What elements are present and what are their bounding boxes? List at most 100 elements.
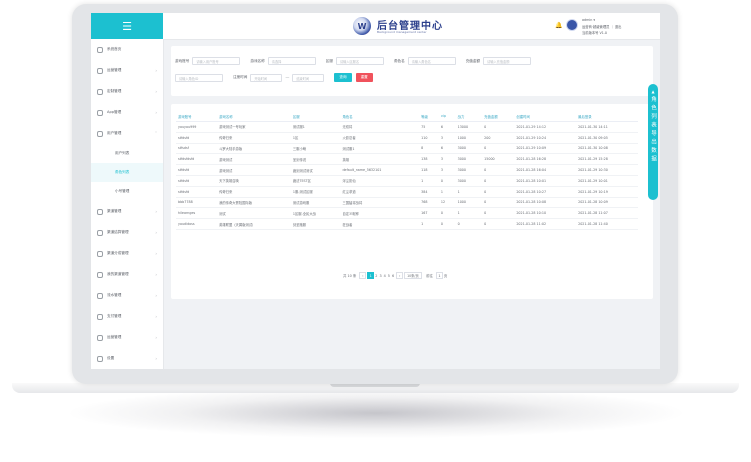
table-cell: stfdsfdsfd bbox=[176, 153, 218, 166]
sidebar-toggle[interactable]: ☰ bbox=[91, 13, 163, 39]
sidebar-item-custom[interactable]: 定制管理 › bbox=[91, 81, 163, 102]
column-header[interactable]: 充值金额 bbox=[482, 111, 515, 122]
server-input[interactable]: 请输入区服名 bbox=[335, 57, 384, 65]
goto-page-input[interactable]: 1 bbox=[435, 272, 443, 279]
table-cell: 2021-01-28 10:27 bbox=[514, 186, 577, 198]
page-button[interactable]: 1 bbox=[367, 272, 375, 279]
page-button[interactable]: 3 bbox=[379, 274, 381, 278]
table-cell: stfdsfd bbox=[176, 175, 218, 187]
chevron-right-icon: › bbox=[155, 335, 157, 340]
chevron-right-icon: › bbox=[155, 251, 157, 256]
table-cell: 0 bbox=[482, 175, 515, 187]
table-row[interactable]: stfdsfdsfd 游戏测试 圣剑传说 英雄 138 3 3000 15000 2021-01… bbox=[176, 153, 638, 166]
pen-icon bbox=[97, 88, 103, 95]
table-cell: 我的传奇大冒险国际版 bbox=[217, 197, 291, 209]
sidebar-subitem-alt-accounts[interactable]: 小号管理 bbox=[91, 182, 163, 201]
user-icon bbox=[97, 130, 103, 137]
bell-icon[interactable]: 🔔 bbox=[555, 22, 562, 29]
sidebar-subitem-user-list[interactable]: 用户列表 bbox=[91, 144, 163, 163]
table-cell: stfdsfd bbox=[176, 164, 218, 176]
table-row[interactable]: stfsdsf 斗罗大陆手游版 三服小萌 测试服1 8 6 3000 0 2021-01-29 … bbox=[176, 143, 638, 155]
table-row[interactable]: youyou999 游戏测试一号玩家 测试服1 无双将 75 6 13000 0 2021-01… bbox=[176, 121, 638, 133]
sidebar-item-home[interactable]: 系统首页 bbox=[91, 39, 163, 60]
table-cell: 2021-01-29 10:24 bbox=[514, 132, 577, 144]
sidebar-item-operations[interactable]: 运营管理 › bbox=[91, 60, 163, 81]
column-header[interactable]: 区服 bbox=[290, 111, 341, 122]
game-select[interactable]: 请选择 bbox=[267, 57, 316, 65]
column-header[interactable]: 战力 bbox=[455, 111, 483, 122]
page-button[interactable]: 5 bbox=[388, 274, 390, 278]
column-header[interactable]: 创建时间 bbox=[514, 111, 577, 122]
column-header[interactable]: 最后登录 bbox=[576, 111, 638, 122]
table-cell: 测试服1 bbox=[290, 121, 341, 133]
table-row[interactable]: hilearnges 测试 1区服-全民大战 自定义昵称 167 0 1 0 2021-01-2… bbox=[176, 207, 638, 220]
table-row[interactable]: youdidoss 英雄联盟（天翼版测试） 剑圣跑服 狂战者 1 0 0 0 2021-01-2… bbox=[176, 218, 638, 230]
table-cell: 167 bbox=[419, 207, 439, 220]
sidebar-item-channel[interactable]: 渠道管理 › bbox=[91, 201, 163, 222]
table-cell: 2021-01-30 09:05 bbox=[576, 132, 638, 144]
page-size-select[interactable]: 10条/页 bbox=[404, 272, 423, 279]
table-row[interactable]: stfdsfd 游戏测试 魔剑测试测试 default_name_5632101 118… bbox=[176, 164, 638, 176]
role-id-input[interactable]: 请输入角色ID bbox=[175, 73, 223, 82]
role-name-input[interactable]: 请输入角色名 bbox=[407, 57, 456, 65]
start-date-input[interactable]: 开始时间 bbox=[250, 73, 283, 82]
gear-icon bbox=[97, 355, 103, 362]
export-side-tab[interactable]: ▲ 角色列表导出数据 bbox=[648, 84, 658, 200]
column-header[interactable]: vip bbox=[438, 111, 456, 122]
sidebar-item-users[interactable]: 用户管理 ˅ bbox=[91, 123, 163, 144]
user-name-menu[interactable]: admin ▾ bbox=[582, 18, 595, 22]
sidebar-item-channel-settlement[interactable]: 渠道结算管理 › bbox=[91, 222, 163, 243]
table-cell: 2021-01-29 10:30 bbox=[576, 164, 638, 176]
filter-row-2: 请输入角色ID 注册时间 开始时间 — 结束时间 查询 重置 bbox=[175, 73, 377, 82]
column-header[interactable]: 游戏账号 bbox=[176, 111, 218, 122]
next-page-button[interactable]: › bbox=[396, 272, 404, 279]
query-button[interactable]: 查询 bbox=[334, 73, 352, 82]
table-cell: 无双将 bbox=[340, 121, 420, 133]
table-cell: 2021-01-29 15:28 bbox=[576, 153, 638, 166]
table-cell: 1区服-全民大战 bbox=[290, 207, 341, 220]
sidebar-item-settings[interactable]: 设置 › bbox=[91, 348, 163, 369]
hamburger-icon[interactable]: ☰ bbox=[122, 20, 132, 33]
table-row[interactable]: stfdsfd 传奇归来 1区 火影忍者 110 3 1000 200 2021-01-29 1… bbox=[176, 132, 638, 144]
sidebar-item-operations-2[interactable]: 运营管理 › bbox=[91, 327, 163, 348]
page-button[interactable]: 6 bbox=[392, 274, 394, 278]
account-input[interactable]: 请输入用户账号 bbox=[192, 57, 241, 65]
table-cell: stfdsfd bbox=[176, 186, 218, 198]
table-cell: 110 bbox=[419, 132, 439, 144]
table-row[interactable]: stfdsfd 传奇归来 1服-测试区服 红尘求道 384 1 1 0 2021-01-28 1… bbox=[176, 186, 638, 198]
end-date-input[interactable]: 结束时间 bbox=[292, 73, 325, 82]
sidebar-subitem-role-list[interactable]: 角色列表 bbox=[91, 163, 163, 182]
page-button[interactable]: 2 bbox=[375, 274, 377, 278]
table-cell: youyou999 bbox=[176, 121, 218, 133]
column-header[interactable]: 等级 bbox=[419, 111, 439, 122]
prev-page-button[interactable]: ‹ bbox=[359, 272, 367, 279]
avatar[interactable] bbox=[566, 19, 578, 31]
sidebar-item-label: 运营管理 bbox=[107, 68, 122, 72]
sidebar-item-channel-share[interactable]: 渠道分成管理 › bbox=[91, 243, 163, 264]
page-button[interactable]: 4 bbox=[384, 274, 386, 278]
sidebar-item-payment[interactable]: 支付管理 › bbox=[91, 306, 163, 327]
chevron-up-icon: ▲ bbox=[651, 89, 655, 94]
sidebar-item-my-channel[interactable]: 我的渠道管理 › bbox=[91, 264, 163, 285]
table-cell: 6 bbox=[438, 143, 456, 155]
table-row[interactable]: bbb7788 我的传奇大冒险国际版 测试游戏服 三国猛将战将 768 12 1000 0 20… bbox=[176, 197, 638, 209]
table-cell: 3 bbox=[438, 132, 456, 144]
sidebar: ☰ 系统首页 运营管理 › 定制管理 › App管理 › 用户管理 ˅ 用户列表 角色列… bbox=[91, 13, 164, 369]
reset-button[interactable]: 重置 bbox=[355, 73, 373, 82]
table-cell: 狂战者 bbox=[340, 218, 420, 230]
chevron-right-icon: › bbox=[155, 356, 157, 361]
user-role-logout[interactable]: 运营商·超级管理员 ｜ 退出 bbox=[582, 24, 621, 29]
sidebar-item-app[interactable]: App管理 › bbox=[91, 102, 163, 123]
table-cell: 13000 bbox=[455, 121, 483, 133]
sidebar-item-label: 定制管理 bbox=[107, 89, 122, 93]
sidebar-item-label: 渠道分成管理 bbox=[107, 251, 129, 255]
sidebar-item-flow[interactable]: 流水管理 › bbox=[91, 285, 163, 306]
recharge-input[interactable]: 请输入充值金额 bbox=[483, 57, 532, 65]
table-cell: 2021-01-28 11:07 bbox=[576, 207, 638, 220]
filter-label: 角色名 bbox=[393, 58, 405, 63]
column-header[interactable]: 游戏名称 bbox=[217, 111, 291, 122]
table-row[interactable]: stfdsfd 天下英雄召唤 魔法TEST区 浮尘影仙 1 0 3000 0 2021-01-2… bbox=[176, 175, 638, 187]
table-cell: 0 bbox=[482, 207, 515, 220]
column-header[interactable]: 角色名 bbox=[340, 111, 420, 122]
table-cell: 118 bbox=[419, 164, 439, 176]
